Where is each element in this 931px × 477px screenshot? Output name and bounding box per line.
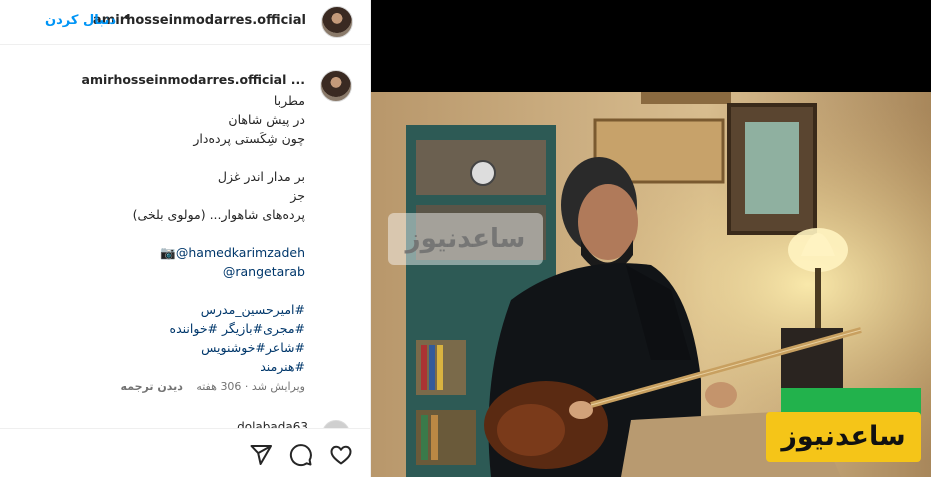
follow-button[interactable]: دنبال کردن (45, 13, 116, 28)
post-viewer: amirhosseinmodarres.official • دنبال کرد… (0, 0, 931, 477)
caption-line: جز (290, 188, 305, 203)
caption-line: بر مدار اندر غزل (217, 169, 305, 184)
hashtag-link[interactable]: #شاعر#خوشنویس (15, 338, 305, 357)
separator-dot: • (122, 10, 131, 26)
mention-link[interactable]: 📷@hamedkarimzadeh (15, 243, 305, 262)
brand-badge: ساعدنیوز (766, 388, 921, 468)
brand-badge-text: ساعدنیوز (766, 412, 921, 462)
post-side-panel: amirhosseinmodarres.official • دنبال کرد… (0, 0, 371, 477)
post-image[interactable]: ساعدنیوز ساعدنیوز (371, 0, 931, 477)
hashtag-link[interactable]: #مجری#بازیگر #خواننده (15, 319, 305, 338)
caption-line: چون شِکَستی پرده‌دار (193, 131, 305, 146)
action-bar (0, 428, 370, 477)
profile-avatar[interactable] (321, 6, 353, 38)
heart-icon[interactable] (329, 443, 353, 467)
caption-meta: ویرایش شد · 306 هفته دیدن ترجمه (111, 380, 305, 393)
watermark-logo: ساعدنیوز (388, 213, 543, 265)
caption-line: مطربا (273, 93, 305, 108)
paper-plane-icon[interactable] (249, 443, 273, 467)
edited-timestamp: ویرایش شد · 306 هفته (196, 380, 305, 393)
hashtag-link[interactable]: #هنرمند (15, 357, 305, 376)
see-translation-link[interactable]: دیدن ترجمه (121, 380, 183, 393)
comment-icon[interactable] (289, 443, 313, 467)
caption-line: پرده‌های شاهوار... (مولوی بلخی) (132, 207, 305, 222)
caption-line: در پیش شاهان (228, 112, 305, 127)
post-caption: amirhosseinmodarres.official ... مطربا د… (15, 70, 305, 376)
post-header: amirhosseinmodarres.official • دنبال کرد… (0, 0, 370, 45)
mention-link[interactable]: @rangetarab (15, 262, 305, 281)
caption-username[interactable]: amirhosseinmodarres.official ... (15, 70, 305, 89)
caption-avatar[interactable] (320, 70, 352, 102)
hashtag-link[interactable]: #امیرحسین_مدرس (15, 300, 305, 319)
